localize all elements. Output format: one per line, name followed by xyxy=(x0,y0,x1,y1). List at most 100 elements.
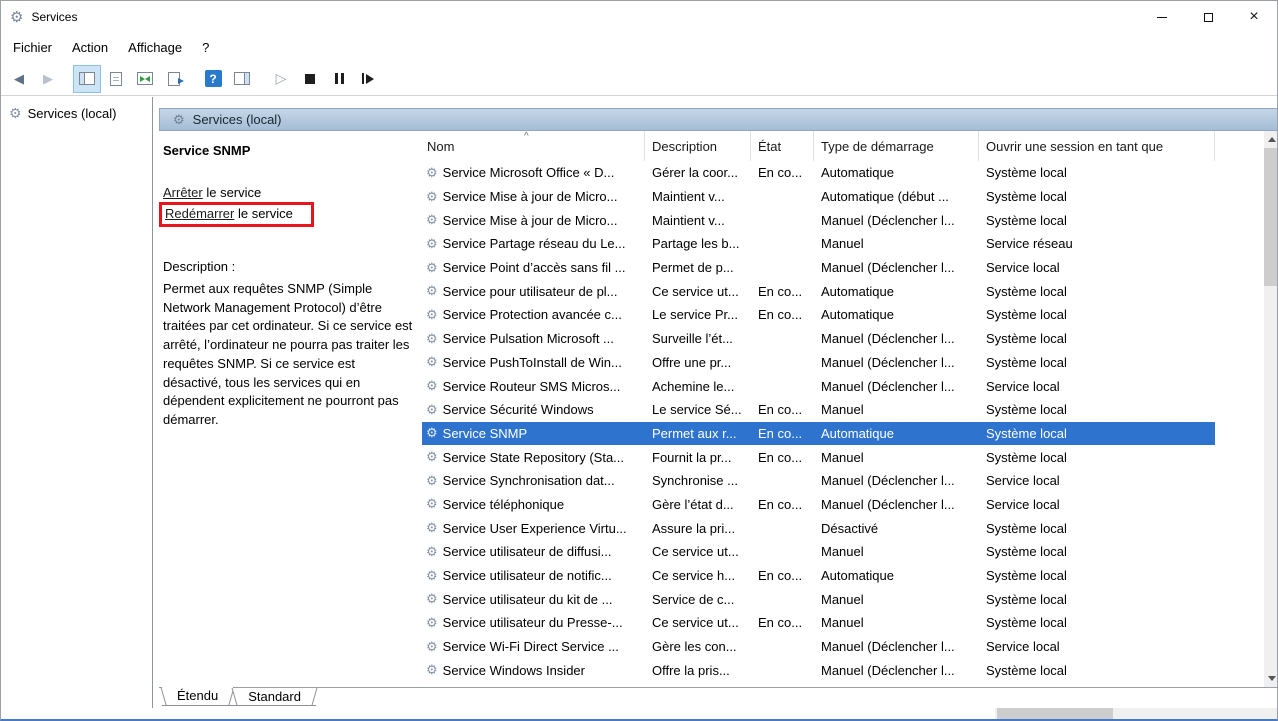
vertical-scrollbar[interactable] xyxy=(1264,131,1278,687)
service-startup-type-cell: Automatique xyxy=(814,568,979,583)
service-logon-cell: Système local xyxy=(979,521,1215,536)
help-button[interactable]: ? xyxy=(199,65,227,93)
forward-button[interactable]: ▶ xyxy=(34,65,62,93)
refresh-icon xyxy=(137,72,153,85)
stop-icon xyxy=(305,74,315,84)
restart-service-button[interactable] xyxy=(354,65,382,93)
service-name-cell: ⚙ Service Wi-Fi Direct Service ... xyxy=(422,639,645,655)
service-row[interactable]: ⚙ Service PushToInstall de Win... Offre … xyxy=(422,351,1215,375)
service-gear-icon: ⚙ xyxy=(426,165,438,181)
service-row[interactable]: ⚙ Service pour utilisateur de pl... Ce s… xyxy=(422,279,1215,303)
close-button[interactable]: × xyxy=(1231,1,1277,33)
service-action-links: Arrêter le service Redémarrer le service xyxy=(163,185,416,227)
service-startup-type-cell: Manuel xyxy=(814,236,979,251)
service-logon-cell: Système local xyxy=(979,331,1215,346)
service-logon-cell: Système local xyxy=(979,592,1215,607)
service-name-cell: ⚙ Service SNMP xyxy=(422,425,645,441)
service-description-cell: Surveille l’ét... xyxy=(645,331,751,346)
status-strip xyxy=(1,708,1277,720)
service-row[interactable]: ⚙ Service Routeur SMS Micros... Achemine… xyxy=(422,374,1215,398)
service-row[interactable]: ⚙ Service Protection avancée c... Le ser… xyxy=(422,303,1215,327)
column-header-ouvrir-session[interactable]: Ouvrir une session en tant que xyxy=(979,131,1215,161)
service-logon-cell: Système local xyxy=(979,284,1215,299)
tab-standard[interactable]: Standard xyxy=(233,688,316,706)
arrow-down-icon xyxy=(1268,676,1276,681)
sort-ascending-icon: ^ xyxy=(524,131,529,142)
service-description-cell: Gérer la coor... xyxy=(645,165,751,180)
column-header-type-demarrage[interactable]: Type de démarrage xyxy=(814,131,979,161)
tab-etendu[interactable]: Étendu xyxy=(162,687,233,706)
menu-affichage[interactable]: Affichage xyxy=(118,33,192,62)
back-button[interactable]: ◀ xyxy=(5,65,33,93)
service-row[interactable]: ⚙ Service utilisateur de diffusi... Ce s… xyxy=(422,540,1215,564)
service-row[interactable]: ⚙ Service SNMP Permet aux r... En co... … xyxy=(422,422,1215,446)
menu-help[interactable]: ? xyxy=(192,33,219,62)
service-row[interactable]: ⚙ Service Partage réseau du Le... Partag… xyxy=(422,232,1215,256)
extended-detail-pane: Service SNMP Arrêter le service Redémarr… xyxy=(159,131,422,687)
service-name: Service PushToInstall de Win... xyxy=(443,355,622,370)
toolbar: ◀ ▶ ? ▷ xyxy=(1,62,1277,96)
scrollbar-thumb[interactable] xyxy=(1264,148,1278,286)
service-startup-type-cell: Automatique xyxy=(814,426,979,441)
start-service-button[interactable]: ▷ xyxy=(267,65,295,93)
list-header: ^ Nom Description État Type de démarrage… xyxy=(422,131,1264,161)
service-startup-type-cell: Automatique xyxy=(814,284,979,299)
service-row[interactable]: ⚙ Service téléphonique Gère l’état d... … xyxy=(422,493,1215,517)
minimize-button[interactable] xyxy=(1139,1,1185,33)
service-row[interactable]: ⚙ Service Point d’accès sans fil ... Per… xyxy=(422,256,1215,280)
refresh-button[interactable] xyxy=(131,65,159,93)
hscroll-thumb[interactable] xyxy=(997,708,1113,720)
service-row[interactable]: ⚙ Service Microsoft Office « D... Gérer … xyxy=(422,161,1215,185)
show-action-pane-button[interactable] xyxy=(228,65,256,93)
service-name: Service téléphonique xyxy=(443,497,564,512)
column-header-etat[interactable]: État xyxy=(751,131,814,161)
service-row[interactable]: ⚙ Service User Experience Virtu... Assur… xyxy=(422,516,1215,540)
service-row[interactable]: ⚙ Service utilisateur du kit de ... Serv… xyxy=(422,587,1215,611)
show-console-tree-button[interactable] xyxy=(73,65,101,93)
service-name-cell: ⚙ Service Partage réseau du Le... xyxy=(422,236,645,252)
properties-button[interactable] xyxy=(102,65,130,93)
stop-service-link[interactable]: Arrêter xyxy=(163,185,203,200)
column-header-description[interactable]: Description xyxy=(645,131,751,161)
service-startup-type-cell: Manuel (Déclencher l... xyxy=(814,260,979,275)
service-gear-icon: ⚙ xyxy=(426,639,438,655)
stop-service-button[interactable] xyxy=(296,65,324,93)
service-row[interactable]: ⚙ Service Pulsation Microsoft ... Survei… xyxy=(422,327,1215,351)
restart-annotation-box: Redémarrer le service xyxy=(159,202,314,227)
horizontal-scrollbar[interactable] xyxy=(995,708,1277,720)
service-row[interactable]: ⚙ Service Mise à jour de Micro... Mainti… xyxy=(422,185,1215,209)
service-gear-icon: ⚙ xyxy=(426,260,438,276)
service-row[interactable]: ⚙ Service Windows Insider Offre la pris.… xyxy=(422,658,1215,682)
service-name-cell: ⚙ Service Sécurité Windows xyxy=(422,402,645,418)
service-startup-type-cell: Manuel xyxy=(814,592,979,607)
column-header-nom[interactable]: Nom xyxy=(422,131,645,161)
toolbar-separator xyxy=(257,62,267,95)
service-gear-icon: ⚙ xyxy=(426,520,438,536)
selected-service-title: Service SNMP xyxy=(163,143,416,158)
export-list-button[interactable] xyxy=(160,65,188,93)
service-name: Service Microsoft Office « D... xyxy=(443,165,615,180)
service-row[interactable]: ⚙ Service Wi-Fi Direct Service ... Gère … xyxy=(422,635,1215,659)
minimize-icon xyxy=(1157,17,1167,18)
service-row[interactable]: ⚙ Service utilisateur de notific... Ce s… xyxy=(422,564,1215,588)
service-row[interactable]: ⚙ Service utilisateur du Presse-... Ce s… xyxy=(422,611,1215,635)
service-logon-cell: Service local xyxy=(979,379,1215,394)
service-gear-icon: ⚙ xyxy=(426,189,438,205)
service-row[interactable]: ⚙ Service Synchronisation dat... Synchro… xyxy=(422,469,1215,493)
maximize-button[interactable] xyxy=(1185,1,1231,33)
scroll-up-button[interactable] xyxy=(1264,131,1278,148)
service-logon-cell: Service local xyxy=(979,260,1215,275)
menu-action[interactable]: Action xyxy=(62,33,118,62)
service-name-cell: ⚙ Service utilisateur du kit de ... xyxy=(422,591,645,607)
tree-item-services-local[interactable]: ⚙ Services (local) xyxy=(1,97,152,122)
scroll-down-button[interactable] xyxy=(1264,670,1278,687)
pause-service-button[interactable] xyxy=(325,65,353,93)
service-row[interactable]: ⚙ Service State Repository (Sta... Fourn… xyxy=(422,445,1215,469)
service-startup-type-cell: Désactivé xyxy=(814,521,979,536)
menu-fichier[interactable]: Fichier xyxy=(3,33,62,62)
service-row[interactable]: ⚙ Service Sécurité Windows Le service Sé… xyxy=(422,398,1215,422)
service-state-cell: En co... xyxy=(751,568,814,583)
restart-service-link[interactable]: Redémarrer xyxy=(165,206,234,221)
service-name: Service Point d’accès sans fil ... xyxy=(443,260,626,275)
service-row[interactable]: ⚙ Service Mise à jour de Micro... Mainti… xyxy=(422,208,1215,232)
